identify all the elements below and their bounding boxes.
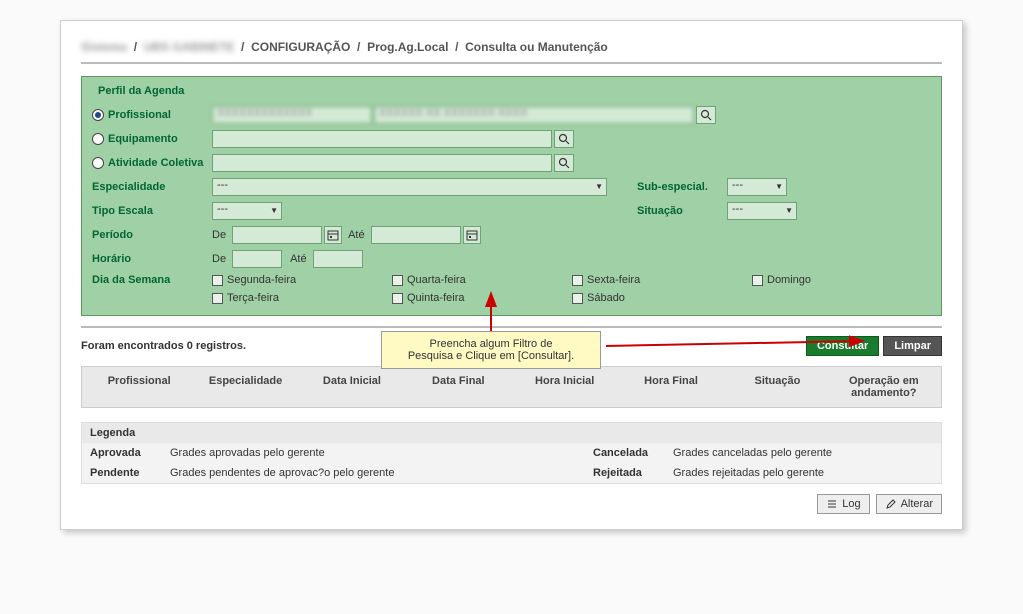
periodo-row: Período De Até: [92, 223, 931, 247]
results-count: Foram encontrados 0 registros.: [81, 340, 246, 352]
horario-ate-input[interactable]: [313, 250, 363, 268]
checkbox-quarta[interactable]: [392, 275, 403, 286]
situacao-select[interactable]: ---: [727, 202, 797, 220]
col-especialidade: Especialidade: [192, 375, 298, 399]
atividade-lookup-icon[interactable]: [554, 154, 574, 172]
checkbox-domingo[interactable]: [752, 275, 763, 286]
tipo-escala-row: Tipo Escala --- Situação ---: [92, 199, 931, 223]
situacao-label: Situação: [637, 205, 683, 217]
especialidade-label: Especialidade: [92, 181, 165, 193]
horario-row: Horário De Até: [92, 247, 931, 271]
pencil-icon: [885, 498, 897, 510]
legend-title: Legenda: [82, 423, 941, 443]
bottom-buttons: Log Alterar: [81, 494, 942, 514]
dia-semana-row2: Terça-feira Quinta-feira Sábado: [92, 289, 931, 307]
checkbox-sexta[interactable]: [572, 275, 583, 286]
equipamento-row: Equipamento: [92, 127, 931, 151]
atividade-radio[interactable]: [92, 157, 104, 169]
atividade-row: Atividade Coletiva: [92, 151, 931, 175]
de-label: De: [212, 229, 226, 241]
horario-de-label: De: [212, 253, 226, 265]
checkbox-terca[interactable]: [212, 293, 223, 304]
list-icon: [826, 498, 838, 510]
breadcrumb-blur-1: Sistema: [81, 40, 127, 54]
periodo-label: Período: [92, 229, 133, 241]
profissional-label: Profissional: [108, 109, 171, 121]
breadcrumb-prog: Prog.Ag.Local: [367, 40, 448, 54]
col-data-inicial: Data Inicial: [299, 375, 405, 399]
horario-ate-label: Até: [290, 253, 307, 265]
col-operacao: Operação em andamento?: [831, 375, 937, 399]
atividade-input[interactable]: [212, 154, 552, 172]
horario-label: Horário: [92, 253, 131, 265]
equipamento-label: Equipamento: [108, 133, 178, 145]
ate-label: Até: [348, 229, 365, 241]
checkbox-segunda[interactable]: [212, 275, 223, 286]
col-profissional: Profissional: [86, 375, 192, 399]
profissional-name-input[interactable]: XXXXXX XX XXXXXXX XXXX: [374, 106, 694, 124]
legend-aprovada-val: Grades aprovadas pelo gerente: [170, 447, 593, 459]
atividade-label: Atividade Coletiva: [108, 157, 203, 169]
breadcrumb-config: CONFIGURAÇÃO: [251, 40, 350, 54]
profissional-row: Profissional XXXXXXXXXXXXX XXXXXX XX XXX…: [92, 103, 931, 127]
calendar-de-icon[interactable]: [324, 226, 342, 244]
legend-cancelada-val: Grades canceladas pelo gerente: [673, 447, 933, 459]
horario-de-input[interactable]: [232, 250, 282, 268]
profissional-radio[interactable]: [92, 109, 104, 121]
sub-especial-select[interactable]: ---: [727, 178, 787, 196]
legend-pendente-key: Pendente: [90, 467, 170, 479]
panel-title: Perfil da Agenda: [92, 83, 931, 103]
sub-especial-label: Sub-especial.: [637, 181, 708, 193]
log-button[interactable]: Log: [817, 494, 869, 514]
results-table-header: Profissional Especialidade Data Inicial …: [81, 366, 942, 408]
consultar-button[interactable]: Consultar: [806, 336, 879, 356]
limpar-button[interactable]: Limpar: [883, 336, 942, 356]
profissional-code-input[interactable]: XXXXXXXXXXXXX: [212, 106, 372, 124]
checkbox-quinta[interactable]: [392, 293, 403, 304]
periodo-de-input[interactable]: [232, 226, 322, 244]
profissional-lookup-icon[interactable]: [696, 106, 716, 124]
calendar-ate-icon[interactable]: [463, 226, 481, 244]
divider: [81, 326, 942, 328]
dia-semana-row1: Dia da Semana Segunda-feira Quarta-feira…: [92, 271, 931, 289]
col-data-final: Data Final: [405, 375, 511, 399]
col-hora-final: Hora Final: [618, 375, 724, 399]
breadcrumb-blur-2: UBS GABINETE: [144, 40, 235, 54]
legend-rejeitada-val: Grades rejeitadas pelo gerente: [673, 467, 933, 479]
main-window: Sistema / UBS GABINETE / CONFIGURAÇÃO / …: [60, 20, 963, 530]
periodo-ate-input[interactable]: [371, 226, 461, 244]
dia-semana-label: Dia da Semana: [92, 274, 170, 286]
breadcrumb: Sistema / UBS GABINETE / CONFIGURAÇÃO / …: [81, 36, 942, 64]
breadcrumb-consulta: Consulta ou Manutenção: [465, 40, 608, 54]
legend-cancelada-key: Cancelada: [593, 447, 673, 459]
col-situacao: Situação: [724, 375, 830, 399]
perfil-agenda-panel: Perfil da Agenda Profissional XXXXXXXXXX…: [81, 76, 942, 316]
equipamento-input[interactable]: [212, 130, 552, 148]
especialidade-select[interactable]: ---: [212, 178, 607, 196]
callout-tooltip: Preencha algum Filtro de Pesquisa e Cliq…: [381, 331, 601, 369]
tipo-escala-select[interactable]: ---: [212, 202, 282, 220]
legend-aprovada-key: Aprovada: [90, 447, 170, 459]
col-hora-inicial: Hora Inicial: [512, 375, 618, 399]
tipo-escala-label: Tipo Escala: [92, 205, 153, 217]
equipamento-radio[interactable]: [92, 133, 104, 145]
equipamento-lookup-icon[interactable]: [554, 130, 574, 148]
legend-box: Legenda Aprovada Grades aprovadas pelo g…: [81, 422, 942, 484]
action-row: Foram encontrados 0 registros. Preencha …: [81, 336, 942, 356]
legend-rejeitada-key: Rejeitada: [593, 467, 673, 479]
checkbox-sabado[interactable]: [572, 293, 583, 304]
alterar-button[interactable]: Alterar: [876, 494, 942, 514]
especialidade-row: Especialidade --- Sub-especial. ---: [92, 175, 931, 199]
legend-pendente-val: Grades pendentes de aprovac?o pelo geren…: [170, 467, 593, 479]
